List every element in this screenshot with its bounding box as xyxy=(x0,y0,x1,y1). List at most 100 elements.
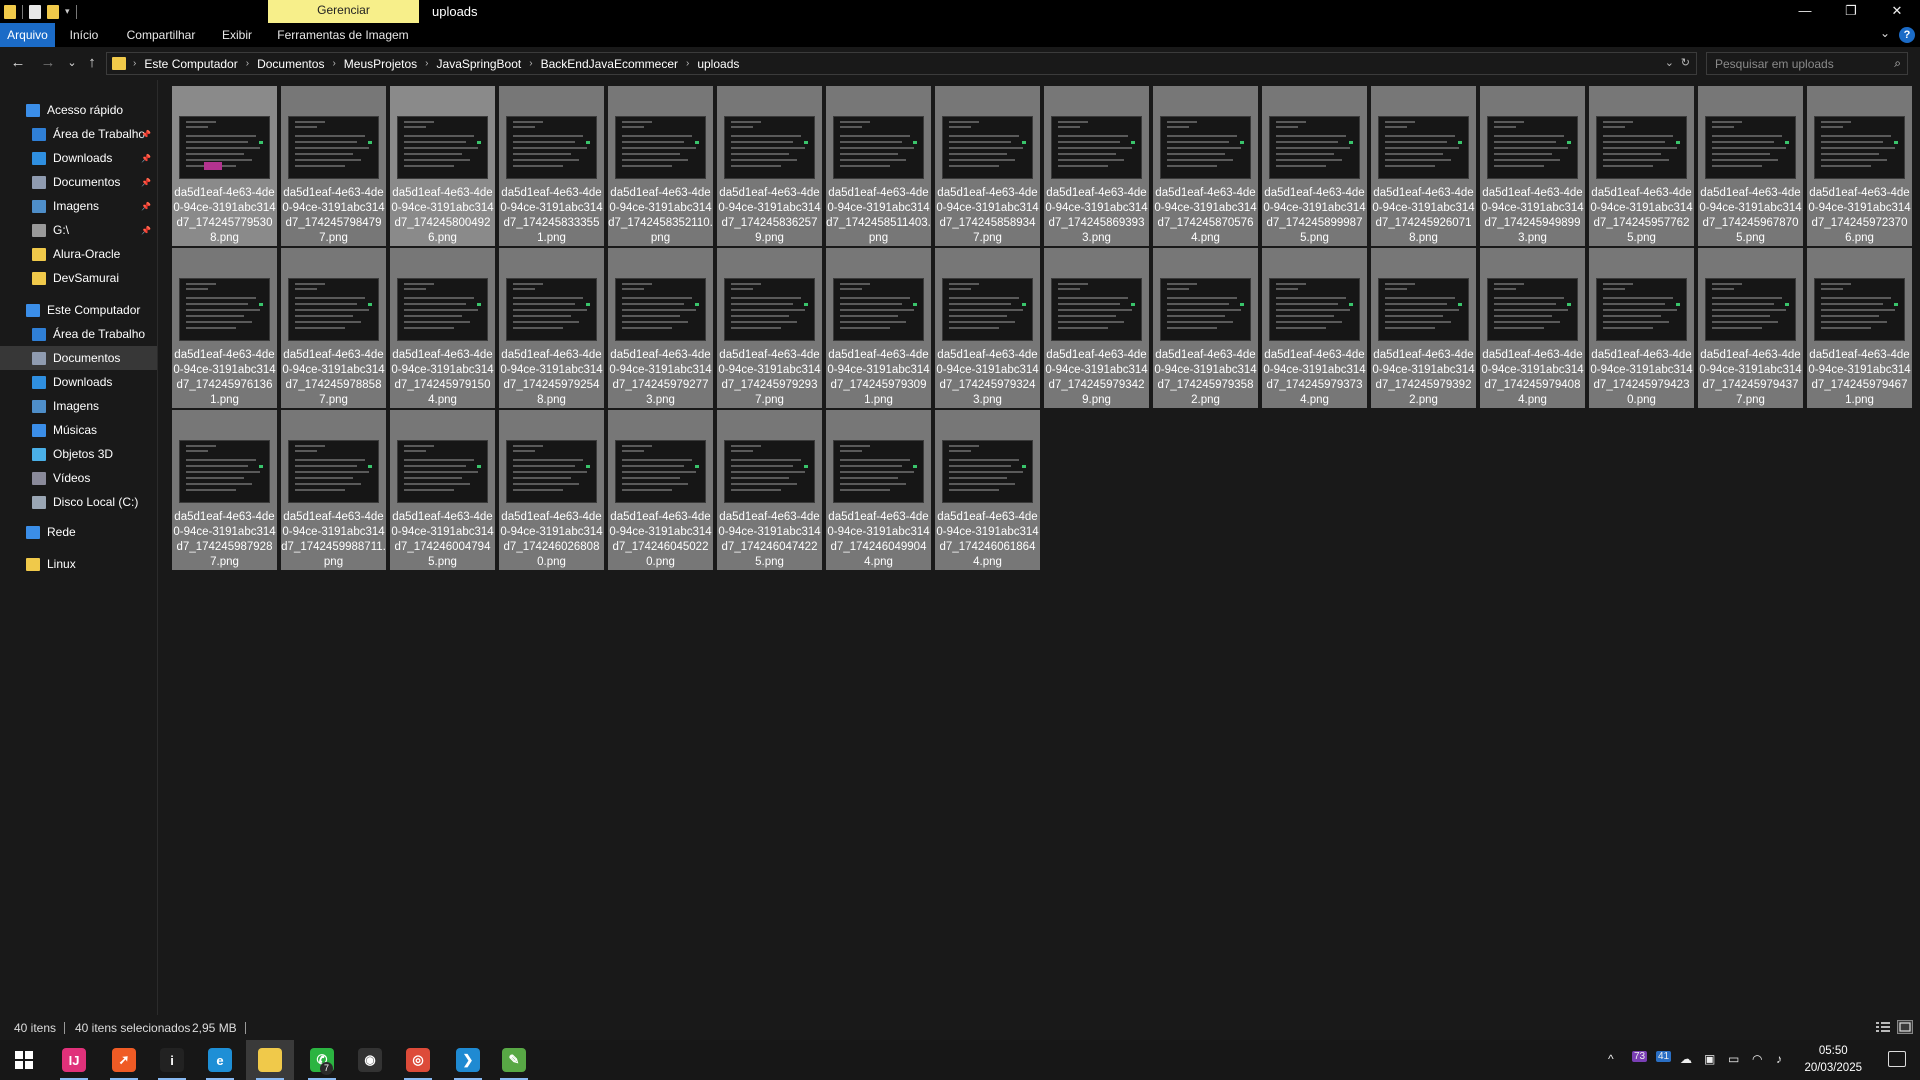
file-item[interactable]: da5d1eaf-4e63-4de0-94ce-3191abc314d7_174… xyxy=(608,86,713,246)
file-item[interactable]: da5d1eaf-4e63-4de0-94ce-3191abc314d7_174… xyxy=(172,410,277,570)
file-item[interactable]: da5d1eaf-4e63-4de0-94ce-3191abc314d7_174… xyxy=(390,410,495,570)
file-item[interactable]: da5d1eaf-4e63-4de0-94ce-3191abc314d7_174… xyxy=(172,248,277,408)
sidebar-item[interactable]: G:\ 📌 xyxy=(0,218,157,242)
file-item[interactable]: da5d1eaf-4e63-4de0-94ce-3191abc314d7_174… xyxy=(935,410,1040,570)
maximize-button[interactable]: ❐ xyxy=(1828,0,1874,23)
tab-exibir[interactable]: Exibir xyxy=(218,23,256,47)
up-button[interactable]: ↑ xyxy=(82,54,102,72)
sidebar-item[interactable]: Documentos 📌 xyxy=(0,170,157,194)
manage-contextual-tab[interactable]: Gerenciar xyxy=(268,0,419,23)
breadcrumb-javaspringboot[interactable]: JavaSpringBoot xyxy=(437,57,522,71)
file-item[interactable]: da5d1eaf-4e63-4de0-94ce-3191abc314d7_174… xyxy=(826,248,931,408)
file-item[interactable]: da5d1eaf-4e63-4de0-94ce-3191abc314d7_174… xyxy=(935,86,1040,246)
file-item[interactable]: da5d1eaf-4e63-4de0-94ce-3191abc314d7_174… xyxy=(717,248,822,408)
address-dropdown-icon[interactable]: ⌄ xyxy=(1665,56,1674,69)
breadcrumb-meusprojetos[interactable]: MeusProjetos xyxy=(344,57,417,71)
recent-locations-button[interactable]: ⌄ xyxy=(62,54,82,72)
address-bar[interactable]: › Este Computador › Documentos › MeusPro… xyxy=(106,52,1697,75)
taskbar-app[interactable]: IJ xyxy=(50,1040,98,1080)
file-item[interactable]: da5d1eaf-4e63-4de0-94ce-3191abc314d7_174… xyxy=(1589,86,1694,246)
sidebar-item[interactable]: Vídeos xyxy=(0,466,157,490)
forward-button[interactable]: → xyxy=(38,54,58,72)
search-placeholder[interactable]: Pesquisar em uploads xyxy=(1715,57,1834,71)
file-item[interactable]: da5d1eaf-4e63-4de0-94ce-3191abc314d7_174… xyxy=(1698,248,1803,408)
sidebar-item[interactable]: Disco Local (C:) xyxy=(0,490,157,514)
file-item[interactable]: da5d1eaf-4e63-4de0-94ce-3191abc314d7_174… xyxy=(499,248,604,408)
device-icon[interactable]: ▣ xyxy=(1704,1052,1715,1066)
file-item[interactable]: da5d1eaf-4e63-4de0-94ce-3191abc314d7_174… xyxy=(717,86,822,246)
tab-compartilhar[interactable]: Compartilhar xyxy=(120,23,202,47)
sidebar-item[interactable]: Documentos xyxy=(0,346,157,370)
file-item[interactable]: da5d1eaf-4e63-4de0-94ce-3191abc314d7_174… xyxy=(1371,86,1476,246)
file-item[interactable]: da5d1eaf-4e63-4de0-94ce-3191abc314d7_174… xyxy=(1153,248,1258,408)
sidebar-item[interactable]: Imagens 📌 xyxy=(0,194,157,218)
file-item[interactable]: da5d1eaf-4e63-4de0-94ce-3191abc314d7_174… xyxy=(1044,86,1149,246)
sidebar-item[interactable]: Este Computador xyxy=(0,298,157,322)
close-button[interactable]: ✕ xyxy=(1874,0,1920,23)
chevron-right-icon[interactable]: › xyxy=(686,58,689,69)
sidebar-item[interactable]: Alura-Oracle xyxy=(0,242,157,266)
sidebar-item[interactable]: Downloads xyxy=(0,370,157,394)
taskbar-app[interactable] xyxy=(246,1040,294,1080)
sidebar-item[interactable]: DevSamurai xyxy=(0,266,157,290)
expand-ribbon-icon[interactable]: ⌄ xyxy=(1880,26,1890,40)
tab-inicio[interactable]: Início xyxy=(63,23,105,47)
file-item[interactable]: da5d1eaf-4e63-4de0-94ce-3191abc314d7_174… xyxy=(1044,248,1149,408)
file-item[interactable]: da5d1eaf-4e63-4de0-94ce-3191abc314d7_174… xyxy=(1480,248,1585,408)
customize-toolbar-icon[interactable]: ▾ xyxy=(65,6,70,17)
file-item[interactable]: da5d1eaf-4e63-4de0-94ce-3191abc314d7_174… xyxy=(717,410,822,570)
onedrive-icon[interactable]: ☁ xyxy=(1680,1052,1692,1066)
file-item[interactable]: da5d1eaf-4e63-4de0-94ce-3191abc314d7_174… xyxy=(608,410,713,570)
sidebar-item[interactable]: Área de Trabalho xyxy=(0,322,157,346)
tab-ferramentas-de-imagem[interactable]: Ferramentas de Imagem xyxy=(274,23,412,47)
file-item[interactable]: da5d1eaf-4e63-4de0-94ce-3191abc314d7_174… xyxy=(499,86,604,246)
minimize-button[interactable]: — xyxy=(1782,0,1828,23)
search-box[interactable]: Pesquisar em uploads ⌕ xyxy=(1706,52,1908,75)
show-hidden-icons-icon[interactable]: ^ xyxy=(1608,1052,1614,1066)
sidebar-item[interactable]: Acesso rápido xyxy=(0,98,157,122)
file-item[interactable]: da5d1eaf-4e63-4de0-94ce-3191abc314d7_174… xyxy=(499,410,604,570)
tab-arquivo[interactable]: Arquivo xyxy=(0,23,55,47)
start-button[interactable] xyxy=(0,1040,48,1080)
taskbar-app[interactable]: ✆ xyxy=(298,1040,346,1080)
large-icons-view-icon[interactable] xyxy=(1897,1020,1913,1034)
file-item[interactable]: da5d1eaf-4e63-4de0-94ce-3191abc314d7_174… xyxy=(1262,248,1367,408)
file-item[interactable]: da5d1eaf-4e63-4de0-94ce-3191abc314d7_174… xyxy=(281,410,386,570)
new-folder-icon[interactable] xyxy=(47,4,59,19)
help-icon[interactable]: ? xyxy=(1899,27,1915,43)
file-item[interactable]: da5d1eaf-4e63-4de0-94ce-3191abc314d7_174… xyxy=(608,248,713,408)
chevron-right-icon[interactable]: › xyxy=(529,58,532,69)
sidebar-item[interactable]: Rede xyxy=(0,520,157,544)
breadcrumb-este-computador[interactable]: Este Computador xyxy=(144,57,237,71)
file-item[interactable]: da5d1eaf-4e63-4de0-94ce-3191abc314d7_174… xyxy=(1589,248,1694,408)
breadcrumb-backendjavaecommecer[interactable]: BackEndJavaEcommecer xyxy=(541,57,678,71)
sidebar-item[interactable]: Downloads 📌 xyxy=(0,146,157,170)
chevron-right-icon[interactable]: › xyxy=(332,58,335,69)
sidebar-item[interactable]: Músicas xyxy=(0,418,157,442)
chevron-right-icon[interactable]: › xyxy=(425,58,428,69)
file-item[interactable]: da5d1eaf-4e63-4de0-94ce-3191abc314d7_174… xyxy=(172,86,277,246)
sidebar-item[interactable]: Objetos 3D xyxy=(0,442,157,466)
taskbar-app[interactable]: ✎ xyxy=(490,1040,538,1080)
file-item[interactable]: da5d1eaf-4e63-4de0-94ce-3191abc314d7_174… xyxy=(281,86,386,246)
details-view-icon[interactable] xyxy=(1875,1020,1891,1034)
file-item[interactable]: da5d1eaf-4e63-4de0-94ce-3191abc314d7_174… xyxy=(1807,86,1912,246)
back-button[interactable]: ← xyxy=(8,54,28,72)
taskbar-app[interactable]: ◉ xyxy=(346,1040,394,1080)
file-item[interactable]: da5d1eaf-4e63-4de0-94ce-3191abc314d7_174… xyxy=(826,410,931,570)
taskbar-app[interactable]: i xyxy=(148,1040,196,1080)
taskbar-app[interactable]: e xyxy=(196,1040,244,1080)
taskbar-app[interactable]: ➚ xyxy=(100,1040,148,1080)
file-item[interactable]: da5d1eaf-4e63-4de0-94ce-3191abc314d7_174… xyxy=(390,86,495,246)
volume-icon[interactable]: ♪ xyxy=(1776,1052,1782,1066)
tray-app-badge[interactable]: 41 xyxy=(1656,1051,1672,1062)
file-item[interactable]: da5d1eaf-4e63-4de0-94ce-3191abc314d7_174… xyxy=(1262,86,1367,246)
breadcrumb-uploads[interactable]: uploads xyxy=(697,57,739,71)
refresh-icon[interactable]: ↻ xyxy=(1681,56,1690,69)
tray-app-badge[interactable]: 73 xyxy=(1632,1051,1648,1062)
wifi-icon[interactable]: ◠ xyxy=(1752,1052,1762,1066)
sidebar-item[interactable]: Área de Trabalho 📌 xyxy=(0,122,157,146)
file-item[interactable]: da5d1eaf-4e63-4de0-94ce-3191abc314d7_174… xyxy=(1153,86,1258,246)
file-item[interactable]: da5d1eaf-4e63-4de0-94ce-3191abc314d7_174… xyxy=(935,248,1040,408)
properties-icon[interactable] xyxy=(29,4,41,19)
